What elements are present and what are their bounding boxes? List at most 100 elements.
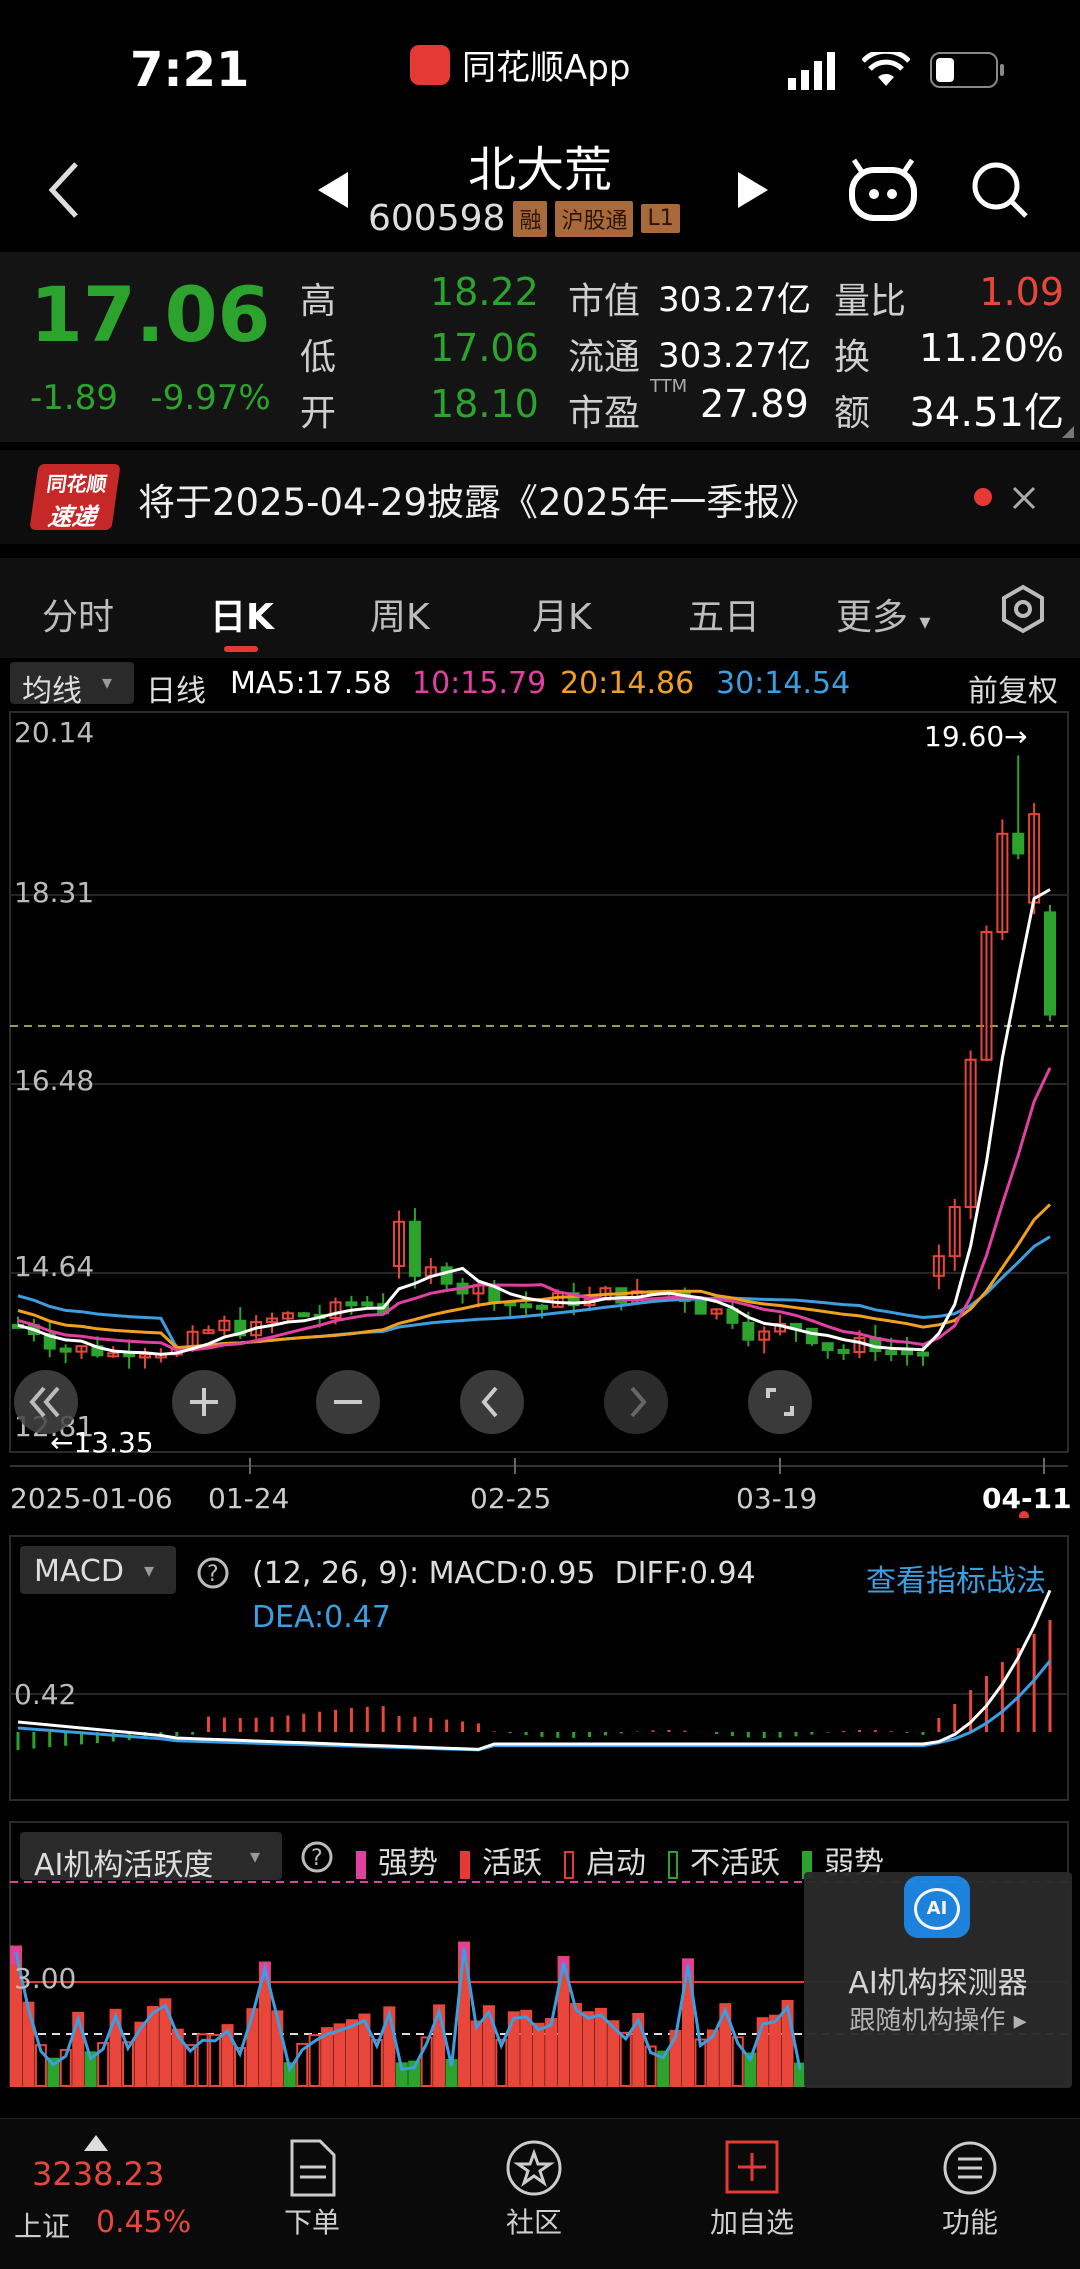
x-tick-label: 02-25 [470,1482,551,1515]
nav-community[interactable]: 社区 [464,2139,604,2241]
tab-five-day[interactable]: 五日 [688,588,760,640]
chevron-down-icon: ▾ [919,610,931,635]
ma-type: 日线 [146,674,206,709]
ma-dropdown-label: 均线 [22,674,82,709]
open-value: 18.10 [430,382,539,426]
up-arrow-icon [84,2135,108,2151]
ma10-value: 10:15.79 [412,666,547,701]
ai-bar [570,2002,582,2088]
candle-body [440,1266,453,1285]
ai-detector-subtitle: 跟随机构操作 ▸ [849,2006,1027,2036]
legend-swatch [564,1850,574,1879]
candle-body [916,1351,929,1357]
ai-bar [532,2022,545,2087]
macd-params: (12, 26, 9): [252,1556,420,1591]
clock: 7:21 [130,42,250,98]
adjust-mode[interactable]: 前复权 [968,666,1058,710]
turnover-label: 换 [834,337,871,378]
y-tick-label: 18.31 [14,876,94,909]
nav-community-label: 社区 [505,2206,562,2239]
ai-y-label: 3.00 [14,1962,76,1995]
macd-dropdown[interactable]: MACD ▾ [20,1546,176,1594]
ma30-line [17,1235,1051,1350]
ai-bar [545,2018,558,2087]
ma-dropdown[interactable]: 均线 ▾ [10,662,134,709]
help-icon[interactable]: ? [196,1556,230,1590]
fullscreen-icon[interactable] [748,1370,812,1434]
candle-body [59,1347,72,1353]
candle-body [297,1312,310,1318]
ai-bar [333,2023,346,2087]
pe-label: 市盈 [568,393,641,434]
ai-dropdown[interactable]: AI机构活跃度 ▾ [20,1832,282,1883]
tab-weekly-k[interactable]: 周K [370,588,430,640]
period-tabs: 分时 日K 周K 月K 五日 更多 ▾ [0,558,1080,658]
ai-detector-panel[interactable]: AI AI机构探测器 跟随机构操作 ▸ [804,1872,1072,2088]
flash-logo-bottom: 速递 [46,503,99,531]
nav-add-watchlist-label: 加自选 [709,2206,794,2239]
order-document-icon [290,2139,336,2197]
signal-icon [788,52,835,90]
nav-order-label: 下单 [283,2206,340,2239]
ai-bar [22,2001,35,2087]
ai-bars-group [10,1941,806,2088]
ai-bar [582,2011,595,2087]
status-bar: 7:21 同花顺App [0,0,1080,140]
last-price: 17.06 [30,270,271,359]
tab-monthly-k[interactable]: 月K [532,588,592,640]
next-stock-icon[interactable] [736,170,770,210]
zoom-in-icon[interactable] [172,1370,236,1434]
macd-y-label: 0.42 [14,1678,76,1711]
banner-text: 将于2025-04-29披露《2025年一季报》 [138,481,818,524]
svg-text:?: ? [311,1846,323,1871]
ai-bar [769,2014,782,2087]
robot-assistant-icon[interactable] [848,158,918,222]
diff-line [17,1589,1052,1751]
max-price-marker: 19.60→ [924,720,1028,753]
chart-settings-icon[interactable] [998,584,1048,634]
nav-functions[interactable]: 功能 [900,2139,1040,2241]
ma10-line [17,1067,1052,1352]
ai-detector-title: AI机构探测器 [848,1966,1028,2001]
bottom-nav: 3238.23 上证 0.45% 下单 社区 加自选 功能 [0,2118,1080,2269]
ma20-value: 20:14.86 [560,666,695,701]
amount-value: 34.51亿 [909,390,1064,436]
ai-bar [346,2019,358,2087]
index-value[interactable]: 3238.23 [32,2155,164,2193]
index-percent: 0.45% [96,2205,192,2240]
search-icon[interactable] [970,160,1030,220]
scroll-left-icon[interactable] [460,1370,524,1434]
ai-bar [246,2008,259,2087]
y-tick-label: 20.14 [14,716,94,749]
candle-body [742,1321,755,1341]
scroll-start-icon[interactable] [14,1370,78,1434]
macd-value: MACD:0.95 [428,1556,596,1591]
vr-label: 量比 [834,281,907,322]
indicator-strategy-link[interactable]: 查看指标战法 [866,1556,1046,1600]
vr-value: 1.09 [979,270,1064,314]
scroll-right-icon[interactable] [604,1370,668,1434]
x-tick-label: 03-19 [736,1482,817,1515]
help-icon[interactable]: ? [300,1840,334,1874]
chevron-down-icon: ▾ [250,1844,261,1868]
legend-swatch [460,1850,470,1879]
tab-more[interactable]: 更多 ▾ [836,588,931,640]
stock-name: 北大荒 [467,142,612,198]
turnover-value: 11.20% [919,326,1064,370]
nav-add-watchlist[interactable]: 加自选 [682,2139,822,2241]
zoom-out-icon[interactable] [316,1370,380,1434]
nav-order[interactable]: 下单 [242,2139,382,2241]
expand-corner-icon[interactable] [1062,426,1074,438]
news-banner[interactable]: 同花顺 速递 将于2025-04-29披露《2025年一季报》 [0,450,1080,544]
y-tick-label: 14.64 [14,1250,94,1283]
legend-swatch [668,1850,678,1879]
candle-body [885,1350,898,1356]
tab-daily-k[interactable]: 日K [210,588,274,640]
close-icon[interactable] [1012,486,1036,510]
mcap-label: 市值 [568,281,641,322]
x-tick-label: 04-11 [982,1482,1072,1515]
legend-start: 启动 [564,1838,646,1882]
tab-intraday[interactable]: 分时 [42,588,114,640]
amount-label: 额 [834,393,871,434]
high-value: 18.22 [430,270,539,314]
